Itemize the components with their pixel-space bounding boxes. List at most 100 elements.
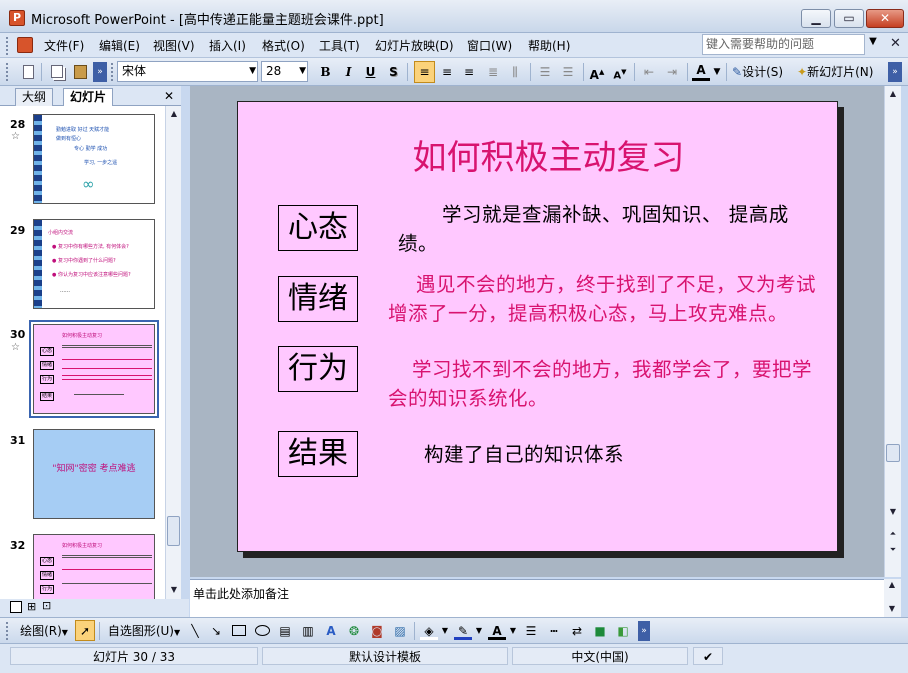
slide-thumbnail-30[interactable]: 如何积极主动复习 心态 情绪 行为 结果 [29,320,159,418]
fill-color-icon[interactable]: ◈ [420,621,438,640]
close-window-button[interactable]: ✕ [866,9,904,28]
menu-window[interactable]: 窗口(W) [467,37,512,54]
toolbar-grip[interactable] [6,63,10,81]
chevron-down-icon[interactable]: ▼ [440,621,450,641]
text-xingwei[interactable]: 学习找不到不会的地方，我都学会了，要把学会的知识系统化。 [388,355,820,413]
text-xintai[interactable]: 学习就是查漏补缺、巩固知识、 提高成绩。 [398,200,818,258]
scroll-up-icon[interactable]: ▲ [885,86,901,102]
arrow-style-icon[interactable]: ⇄ [568,621,586,641]
increase-indent-icon[interactable]: ⇥ [663,62,681,82]
toolbar-options-icon[interactable]: » [888,62,902,82]
textbox-icon[interactable]: ▤ [276,621,294,641]
new-document-icon[interactable] [18,62,38,82]
menu-grip[interactable] [6,37,10,55]
menu-edit[interactable]: 编辑(E) [99,37,140,54]
3d-style-icon[interactable]: ◧ [614,621,632,641]
picture-icon[interactable]: ▨ [391,621,409,641]
scroll-down-icon[interactable]: ▼ [166,582,182,598]
slide-canvas[interactable]: 如何积极主动复习 心态 情绪 行为 结果 学习就是查漏补缺、巩固知识、 提高成绩… [237,101,838,552]
chevron-down-icon[interactable]: ▼ [474,621,484,641]
previous-slide-icon[interactable]: ⏶ [885,526,901,542]
text-jieguo[interactable]: 构建了自己的知识体系 [424,440,804,469]
select-objects-icon[interactable]: ➚ [75,620,95,641]
scroll-up-icon[interactable]: ▲ [884,579,900,591]
italic-button[interactable]: I [340,62,357,82]
font-name-select[interactable]: 宋体 ▼ [117,61,258,82]
maximize-button[interactable]: ▭ [834,9,864,28]
editor-scrollbar[interactable]: ▲ ▼ ⏶ ⏷ [884,86,901,577]
menu-file[interactable]: 文件(F) [44,37,84,54]
close-panel-button[interactable]: ✕ [164,89,174,103]
justify-icon[interactable]: ≣ [484,62,502,82]
tab-slides[interactable]: 幻灯片 [63,88,114,106]
notes-pane[interactable]: 单击此处添加备注 [190,579,884,617]
status-language[interactable]: 中文(中国) [512,647,688,665]
scroll-down-icon[interactable]: ▼ [885,504,901,520]
font-size-select[interactable]: 28 ▼ [261,61,308,82]
menu-tools[interactable]: 工具(T) [319,37,360,54]
line-color-icon[interactable]: ✎ [454,621,472,640]
paste-icon[interactable] [70,62,90,82]
decrease-indent-icon[interactable]: ⇤ [640,62,658,82]
slide-thumbnail-32[interactable]: 如何积极主动复习 心态 情绪 行为 [33,534,155,599]
panel-scroll-thumb[interactable] [167,516,180,546]
underline-button[interactable]: U [362,62,379,82]
chevron-down-icon[interactable]: ▼ [712,62,722,82]
vertical-text-icon[interactable]: ⫼ [506,62,524,82]
powerpoint-app-icon[interactable]: P [9,10,25,26]
menu-insert[interactable]: 插入(I) [209,37,246,54]
label-xingwei[interactable]: 行为 [278,346,358,392]
clipart-icon[interactable]: ◙ [368,621,386,641]
menu-slideshow[interactable]: 幻灯片放映(D) [375,37,454,54]
bulleted-list-icon[interactable]: ☰ [559,62,577,82]
new-slide-button[interactable]: ✦新幻灯片(N) [797,62,885,82]
chevron-down-icon[interactable]: ▼ [508,621,518,641]
line-style-icon[interactable]: ☰ [522,621,540,641]
minimize-button[interactable]: ▁ [801,9,831,28]
arrow-icon[interactable]: ↘ [207,621,225,641]
increase-font-icon[interactable]: A▲ [588,62,606,82]
font-color-icon[interactable]: A [692,62,710,81]
oval-icon[interactable] [253,621,271,641]
font-color-icon[interactable]: A [488,621,506,640]
autoshapes-menu-button[interactable]: 自选图形(U)▼ [104,621,184,641]
notes-scrollbar[interactable]: ▲ ▼ [884,579,901,617]
dash-style-icon[interactable]: ┅ [545,621,563,641]
editor-scroll-thumb[interactable] [886,444,900,462]
numbered-list-icon[interactable]: ☰ [536,62,554,82]
toolbar-grip[interactable] [6,622,10,640]
scroll-down-icon[interactable]: ▼ [884,603,900,615]
rectangle-icon[interactable] [230,621,248,641]
toolbar-options-icon[interactable]: » [638,621,650,641]
bold-button[interactable]: B [317,62,334,82]
normal-view-icon[interactable] [10,601,22,613]
close-document-button[interactable]: ✕ [890,36,901,51]
help-dropdown-icon[interactable]: ▼ [866,36,880,47]
slide-thumbnail-28[interactable]: 勤勉进取 好过 天赋才能 做到有恒心 专心 勤学 成功 学习, 一步之遥 ∞ [33,114,155,204]
slideshow-view-icon[interactable]: ⊡ [42,600,51,612]
label-qingxu[interactable]: 情绪 [278,276,358,322]
next-slide-icon[interactable]: ⏷ [885,542,901,558]
diagram-icon[interactable]: ❂ [345,621,363,641]
shadow-button[interactable]: S [385,62,402,82]
align-left-icon[interactable]: ≡ [414,61,435,83]
text-qingxu[interactable]: 遇见不会的地方，终于找到了不足，又为考试增添了一分，提高积极心态，马上攻克难点。 [388,270,820,328]
menu-format[interactable]: 格式(O) [262,37,305,54]
slide-sorter-icon[interactable]: ⊞ [27,601,36,613]
line-icon[interactable]: ╲ [186,621,204,641]
status-template[interactable]: 默认设计模板 [262,647,508,665]
label-jieguo[interactable]: 结果 [278,431,358,477]
spelling-check-icon[interactable]: ✔ [693,647,723,665]
wordart-icon[interactable]: A [322,621,340,641]
vertical-textbox-icon[interactable]: ▥ [299,621,317,641]
menu-view[interactable]: 视图(V) [153,37,195,54]
copy-icon[interactable] [47,62,67,82]
panel-scrollbar[interactable]: ▲ ▼ [165,106,181,599]
align-right-icon[interactable]: ≡ [460,62,478,82]
scroll-up-icon[interactable]: ▲ [166,106,182,122]
slide-title[interactable]: 如何积极主动复习 [238,136,839,180]
tab-outline[interactable]: 大纲 [15,88,54,106]
draw-menu-button[interactable]: 绘图(R)▼ [15,621,73,641]
menu-help[interactable]: 帮助(H) [528,37,570,54]
toolbar-options-icon[interactable]: » [93,62,107,82]
